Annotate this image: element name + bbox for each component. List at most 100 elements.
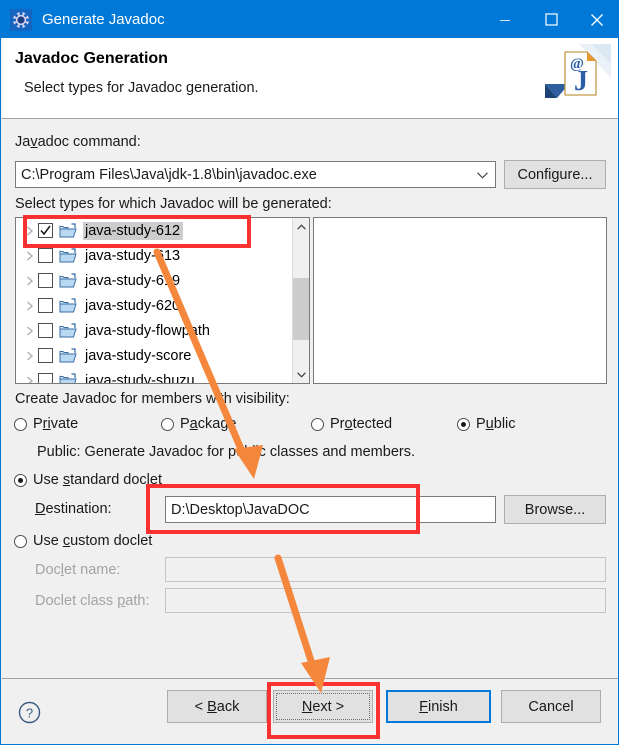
configure-button-label: Configure...	[517, 166, 593, 183]
destination-value: D:\Desktop\JavaDOC	[171, 501, 310, 518]
project-folder-icon	[59, 322, 77, 339]
window-controls	[482, 1, 618, 38]
page-title: Javadoc Generation	[15, 50, 168, 67]
destination-label: Destination:	[35, 501, 112, 517]
tree-row[interactable]: java-study-612	[16, 218, 293, 243]
browse-button-label: Browse...	[524, 501, 586, 518]
radio-use-standard-doclet[interactable]: Use standard doclet	[14, 472, 162, 488]
cancel-button[interactable]: Cancel	[501, 690, 601, 723]
radio-package-dot	[161, 417, 174, 431]
tree-item-checkbox[interactable]	[38, 373, 53, 383]
tree-item-label: java-study-score	[85, 347, 192, 364]
radio-custom-doclet-dot	[14, 534, 27, 548]
javadoc-command-label-mnemonic: v	[30, 134, 38, 150]
tree-item-label: java-study-613	[85, 247, 181, 264]
radio-protected-label: Protected	[330, 416, 393, 432]
project-folder-icon	[59, 247, 77, 264]
scroll-up-icon[interactable]	[293, 218, 309, 235]
next-button[interactable]: Next >	[273, 690, 373, 723]
title-bar: Generate Javadoc	[1, 1, 618, 38]
tree-item-label: java-study-620	[85, 297, 181, 314]
minimize-button[interactable]	[482, 1, 528, 38]
chevron-right-icon[interactable]	[22, 375, 38, 383]
tree-item-checkbox[interactable]	[38, 298, 53, 313]
tree-item-label: java-study-619	[85, 272, 181, 289]
types-tree-scrollbar[interactable]	[292, 218, 309, 383]
tree-item-checkbox[interactable]	[38, 348, 53, 363]
radio-standard-doclet-label: Use standard doclet	[33, 472, 162, 488]
radio-public[interactable]: Public	[457, 416, 516, 432]
finish-button[interactable]: Finish	[386, 690, 491, 723]
tree-row[interactable]: java-study-score	[16, 343, 293, 368]
back-button-label: < Back	[194, 698, 240, 715]
javadoc-command-label-pre: Ja	[15, 134, 31, 150]
project-folder-icon	[59, 222, 77, 239]
chevron-right-icon[interactable]	[22, 250, 38, 261]
close-button[interactable]	[574, 1, 618, 38]
chevron-right-icon[interactable]	[22, 300, 38, 311]
visibility-description: Public: Generate Javadoc for public clas…	[37, 444, 415, 460]
browse-button[interactable]: Browse...	[504, 495, 606, 524]
chevron-right-icon[interactable]	[22, 225, 38, 236]
doclet-classpath-label: Doclet class path:	[35, 593, 150, 609]
tree-row[interactable]: java-study-613	[16, 243, 293, 268]
radio-protected[interactable]: Protected	[311, 416, 392, 432]
svg-text:J: J	[574, 66, 588, 97]
radio-use-custom-doclet[interactable]: Use custom doclet	[14, 533, 152, 549]
project-folder-icon	[59, 297, 77, 314]
doclet-classpath-input	[165, 588, 606, 613]
generate-javadoc-dialog: Generate Javadoc Javadoc Generation Sele…	[0, 0, 619, 745]
tree-item-label: java-study-612	[83, 221, 184, 240]
radio-public-label: Public	[476, 416, 516, 432]
chevron-down-icon[interactable]	[477, 167, 488, 183]
footer-separator	[2, 678, 618, 679]
destination-input[interactable]: D:\Desktop\JavaDOC	[165, 496, 496, 523]
tree-item-label: java-study-shuzu	[85, 372, 195, 384]
radio-package[interactable]: Package	[161, 416, 236, 432]
project-folder-icon	[59, 372, 77, 383]
tree-row[interactable]: java-study-619	[16, 268, 293, 293]
window-title: Generate Javadoc	[42, 11, 165, 28]
next-button-focus-ring	[276, 693, 370, 720]
tree-row[interactable]: java-study-620	[16, 293, 293, 318]
gear-icon	[10, 8, 32, 31]
cancel-button-label: Cancel	[528, 698, 574, 715]
radio-public-dot	[457, 417, 470, 431]
help-circle-icon[interactable]: ?	[18, 701, 41, 727]
chevron-right-icon[interactable]	[22, 275, 38, 286]
project-folder-icon	[59, 347, 77, 364]
radio-private-label: Private	[33, 416, 79, 432]
types-tree-panel[interactable]: java-study-612 java-study-613 java-study-6…	[15, 217, 310, 384]
chevron-right-icon[interactable]	[22, 325, 38, 336]
scroll-down-icon[interactable]	[293, 366, 309, 383]
javadoc-command-label: Javadoc command:	[15, 134, 141, 150]
svg-text:?: ?	[26, 706, 33, 721]
chevron-right-icon[interactable]	[22, 350, 38, 361]
tree-row[interactable]: java-study-flowpath	[16, 318, 293, 343]
finish-button-label: Finish	[419, 698, 458, 715]
visibility-label: Create Javadoc for members with visibili…	[15, 391, 290, 407]
doclet-name-input	[165, 557, 606, 582]
tree-item-checkbox[interactable]	[38, 273, 53, 288]
scroll-thumb[interactable]	[293, 278, 309, 340]
page-subtitle: Select types for Javadoc generation.	[24, 80, 259, 96]
types-tree-list: java-study-612 java-study-613 java-study-6…	[16, 218, 293, 384]
members-panel[interactable]	[313, 217, 607, 384]
radio-private-dot	[14, 417, 27, 431]
tree-row[interactable]: java-study-shuzu	[16, 368, 293, 384]
tree-item-label: java-study-flowpath	[85, 322, 210, 339]
javadoc-command-combo[interactable]: C:\Program Files\Java\jdk-1.8\bin\javado…	[15, 161, 496, 188]
select-types-label: Select types for which Javadoc will be g…	[15, 196, 332, 212]
back-button[interactable]: < Back	[167, 690, 267, 723]
doclet-name-label: Doclet name:	[35, 562, 121, 578]
tree-item-checkbox[interactable]	[38, 323, 53, 338]
radio-custom-doclet-label: Use custom doclet	[33, 533, 153, 549]
radio-private[interactable]: Private	[14, 416, 78, 432]
tree-item-checkbox[interactable]	[38, 223, 53, 238]
configure-button[interactable]: Configure...	[504, 160, 606, 189]
radio-standard-doclet-dot	[14, 473, 27, 487]
tree-item-checkbox[interactable]	[38, 248, 53, 263]
radio-protected-dot	[311, 417, 324, 431]
project-folder-icon	[59, 272, 77, 289]
maximize-button[interactable]	[528, 1, 574, 38]
